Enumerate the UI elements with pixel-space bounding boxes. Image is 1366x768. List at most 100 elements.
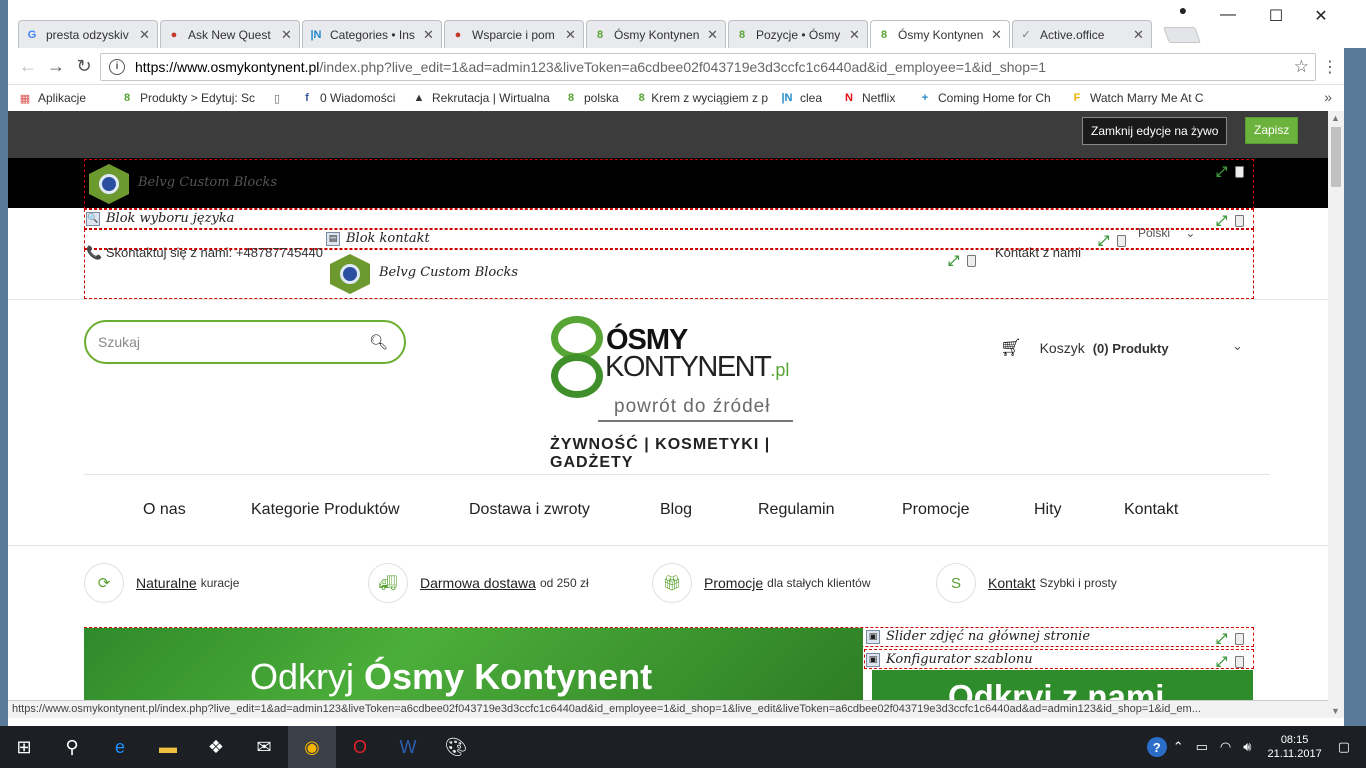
reload-button[interactable]: ↻ [72,56,96,77]
menu-item[interactable]: Blog [660,501,692,519]
wifi-icon[interactable]: ◠ [1220,739,1231,755]
menu-item[interactable]: Kontakt [1124,501,1178,519]
browser-tab[interactable]: ● Wsparcie i pom ✕ [444,20,584,48]
dropbox-icon[interactable]: ❖ [192,726,240,768]
scrollbar-thumb[interactable] [1331,127,1341,187]
browser-tab[interactable]: ● Ask New Quest ✕ [160,20,300,48]
bookmark-item[interactable]: 8 polska [564,91,626,105]
tab-close-icon[interactable]: ✕ [707,27,719,43]
side-banner[interactable]: Odkryj z nami [872,670,1253,700]
search-icon[interactable]: ⚲ [48,726,96,768]
notifications-icon[interactable]: ▢ [1338,739,1350,755]
battery-icon[interactable]: ▭ [1196,739,1208,755]
menu-item[interactable]: Kategorie Produktów [251,501,400,519]
close-window-button[interactable]: ✕ [1306,6,1336,26]
menu-item[interactable]: O nas [143,501,186,519]
feature-link[interactable]: Kontakt [988,575,1035,591]
bookmark-item[interactable]: N Netflix [842,91,906,105]
move-icon[interactable]: ⤢ [1098,232,1109,249]
close-live-edit-button[interactable]: Zamknij edycje na żywo [1082,117,1228,145]
browser-tab[interactable]: ✓ Active.office ✕ [1012,20,1152,48]
lang-block-title: 🔍 Blok wyboru języka [86,211,234,226]
browser-menu-icon[interactable]: ⋮ [1322,57,1338,77]
tab-close-icon[interactable]: ✕ [1133,27,1145,43]
back-button[interactable]: ← [16,56,40,77]
file-explorer-icon[interactable]: ▬ [144,726,192,768]
search-icon[interactable]: 🔍︎ [369,333,388,351]
delete-icon[interactable] [1235,214,1245,227]
bookmark-item[interactable]: ▲ Rekrutacja | Wirtualna [412,91,552,105]
contact-link[interactable]: Kontakt z nami [995,245,1081,260]
feature-link[interactable]: Naturalne [136,575,197,591]
tab-close-icon[interactable]: ✕ [849,27,861,43]
delete-icon[interactable] [1117,234,1127,247]
scroll-down-icon[interactable]: ▼ [1331,706,1340,716]
clock[interactable]: 08:15 21.11.2017 [1267,733,1321,761]
opera-icon[interactable]: O [336,726,384,768]
feature-link[interactable]: Darmowa dostawa [420,575,536,591]
scroll-up-icon[interactable]: ▲ [1331,113,1340,123]
feature-link[interactable]: Promocje [704,575,763,591]
tab-close-icon[interactable]: ✕ [565,27,577,43]
browser-tab[interactable]: 8 Pozycje • Ósmy ✕ [728,20,868,48]
move-icon[interactable]: ⤢ [1216,653,1227,670]
site-logo[interactable]: ÓSMY KONTYNENT.pl powrót do źródeł ŻYWNO… [548,314,808,471]
bookmark-item[interactable]: 8 Krem z wyciągiem z p [638,91,768,105]
bookmark-star-icon[interactable]: ☆ [1294,57,1309,77]
chrome-icon[interactable]: ◉ [288,726,336,768]
new-tab-button[interactable] [1163,27,1201,43]
bookmark-item[interactable]: F Watch Marry Me At C [1070,91,1210,105]
tray-expand-icon[interactable]: ⌃ [1173,739,1184,755]
menu-item[interactable]: Hity [1034,501,1062,519]
tab-close-icon[interactable]: ✕ [423,27,435,43]
browser-tab[interactable]: 8 Ósmy Kontynen ✕ [870,20,1010,48]
delete-icon[interactable] [1235,632,1245,645]
header-divider [8,299,1328,300]
help-icon[interactable]: ? [1146,737,1167,757]
start-button[interactable]: ⊞ [0,726,48,768]
tab-close-icon[interactable]: ✕ [281,27,293,43]
bookmark-item[interactable]: 8 Produkty > Edytuj: Sc [120,91,260,105]
move-icon[interactable]: ⤢ [948,252,959,269]
browser-window: Gpresta odzyskiv ✕ ● Ask New Quest ✕ |N Catego… [8,0,1366,726]
bookmarks-overflow-icon[interactable]: » [1324,89,1332,105]
home-slider[interactable]: Odkryj Ósmy Kontynent [84,628,863,700]
tab-close-icon[interactable]: ✕ [139,27,151,43]
delete-icon[interactable] [1235,655,1245,668]
search-input[interactable]: Szukaj 🔍︎ [84,320,406,364]
paint-icon[interactable]: 🎨︎ [432,726,480,768]
lang-block-label: Blok wyboru języka [106,211,235,226]
move-icon[interactable]: ⤢ [1216,630,1227,647]
address-bar[interactable]: i https://www.osmykontynent.pl/index.php… [100,53,1316,81]
delete-icon[interactable] [1235,165,1245,178]
profile-icon[interactable]: ● [1168,2,1198,18]
tab-close-icon[interactable]: ✕ [991,27,1003,43]
tab-favicon-icon: |N [310,28,322,41]
page-scrollbar[interactable]: ▲ ▼ [1328,111,1344,718]
browser-tab[interactable]: |N Categories • Ins ✕ [302,20,442,48]
maximize-button[interactable]: ☐ [1261,6,1291,26]
delete-icon[interactable] [967,254,977,267]
site-info-icon[interactable]: i [109,59,125,75]
forward-button[interactable]: → [44,56,68,77]
edge-icon[interactable]: e [96,726,144,768]
browser-tab[interactable]: Gpresta odzyskiv ✕ [18,20,158,48]
menu-item[interactable]: Regulamin [758,501,834,519]
minimize-button[interactable]: — [1213,6,1243,24]
bookmark-item[interactable]: |N clea [780,91,830,105]
menu-item[interactable]: Promocje [902,501,970,519]
bookmark-item[interactable]: + Coming Home for Ch [918,91,1058,105]
move-icon[interactable]: ⤢ [1216,163,1227,180]
bookmark-item[interactable]: ▦ Aplikacje [18,91,108,105]
bookmark-item[interactable]: f 0 Wiadomości [300,91,400,105]
cart-button[interactable]: 🛒︎ Koszyk (0) Produkty ⌄ [1000,338,1243,358]
bookmark-item[interactable]: ▯ [272,91,288,105]
word-icon[interactable]: W [384,726,432,768]
move-icon[interactable]: ⤢ [1216,212,1227,229]
lang-block-module[interactable] [84,209,1254,229]
save-button[interactable]: Zapisz [1245,117,1299,144]
browser-tab[interactable]: 8 Ósmy Kontynen ✕ [586,20,726,48]
menu-item[interactable]: Dostawa i zwroty [469,501,590,519]
mail-icon[interactable]: ✉ [240,726,288,768]
volume-icon[interactable]: 🔊︎ [1243,739,1251,755]
